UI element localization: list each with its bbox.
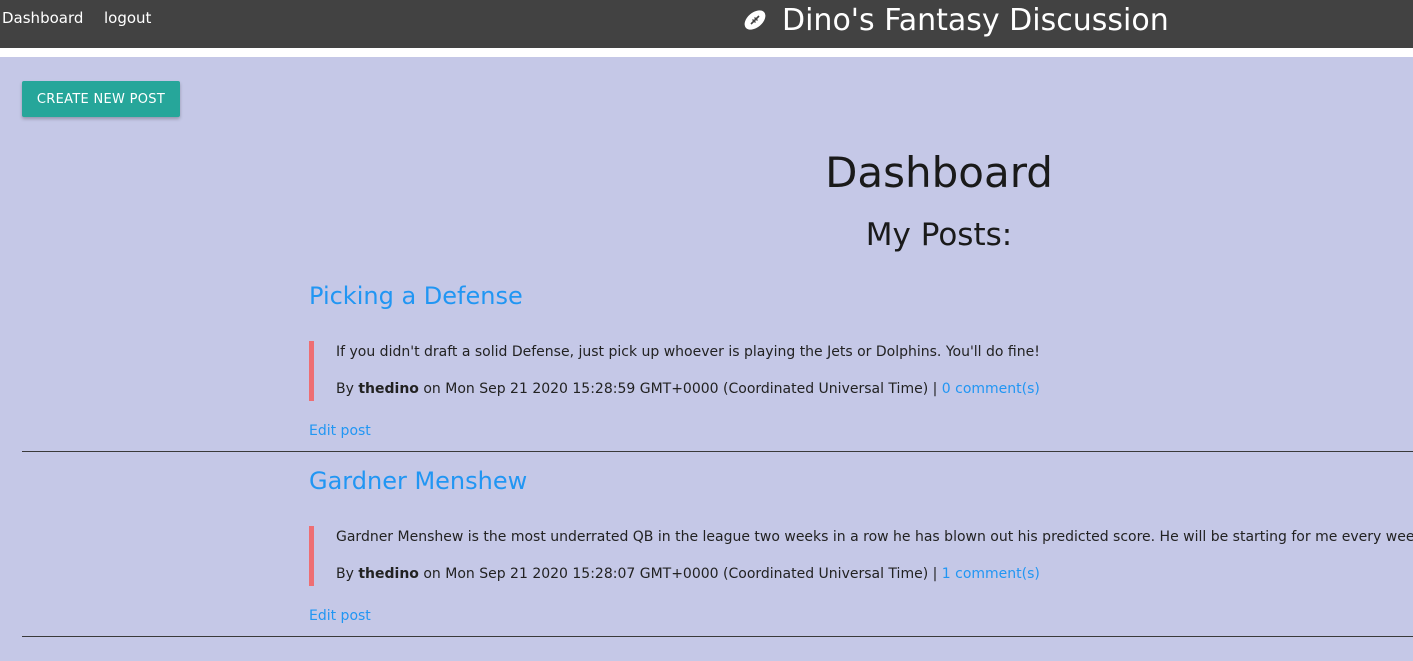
brand-title: Dino's Fantasy Discussion bbox=[782, 2, 1169, 38]
my-posts-heading: My Posts: bbox=[865, 217, 1013, 253]
brand-logo[interactable]: Dino's Fantasy Discussion bbox=[742, 2, 1169, 38]
post-blockquote: If you didn't draft a solid Defense, jus… bbox=[309, 341, 1394, 401]
post-date: on Mon Sep 21 2020 15:28:59 GMT+0000 (Co… bbox=[423, 381, 938, 397]
post-meta: By thedino on Mon Sep 21 2020 15:28:07 G… bbox=[336, 566, 1040, 582]
post-comments-link[interactable]: 0 comment(s) bbox=[942, 381, 1040, 397]
post-by-label: By bbox=[336, 566, 354, 582]
post-author: thedino bbox=[358, 566, 419, 582]
page-title: Dashboard bbox=[825, 148, 1053, 197]
edit-post-link[interactable]: Edit post bbox=[309, 608, 371, 624]
post-comments-link[interactable]: 1 comment(s) bbox=[942, 566, 1040, 582]
post-title-link[interactable]: Picking a Defense bbox=[309, 282, 523, 310]
create-new-post-button[interactable]: CREATE NEW POST bbox=[22, 81, 180, 117]
post-by-label: By bbox=[336, 381, 354, 397]
nav-dashboard-link[interactable]: Dashboard bbox=[2, 9, 83, 27]
dashboard-main: CREATE NEW POST Dashboard My Posts: Pick… bbox=[0, 57, 1413, 661]
edit-post-link[interactable]: Edit post bbox=[309, 423, 371, 439]
post-date: on Mon Sep 21 2020 15:28:07 GMT+0000 (Co… bbox=[423, 566, 938, 582]
post-body: If you didn't draft a solid Defense, jus… bbox=[336, 344, 1040, 360]
post-title-link[interactable]: Gardner Menshew bbox=[309, 467, 527, 495]
post-body: Gardner Menshew is the most underrated Q… bbox=[336, 529, 1413, 545]
post-author: thedino bbox=[358, 381, 419, 397]
post-card: Gardner Menshew Gardner Menshew is the m… bbox=[22, 453, 1413, 637]
football-icon bbox=[744, 10, 766, 30]
post-card: Picking a Defense If you didn't draft a … bbox=[22, 268, 1413, 452]
post-meta: By thedino on Mon Sep 21 2020 15:28:59 G… bbox=[336, 381, 1040, 397]
post-blockquote: Gardner Menshew is the most underrated Q… bbox=[309, 526, 1413, 586]
nav-logout-link[interactable]: logout bbox=[104, 9, 151, 27]
top-navbar: Dashboard logout Dino's Fantasy Discussi… bbox=[0, 0, 1413, 48]
